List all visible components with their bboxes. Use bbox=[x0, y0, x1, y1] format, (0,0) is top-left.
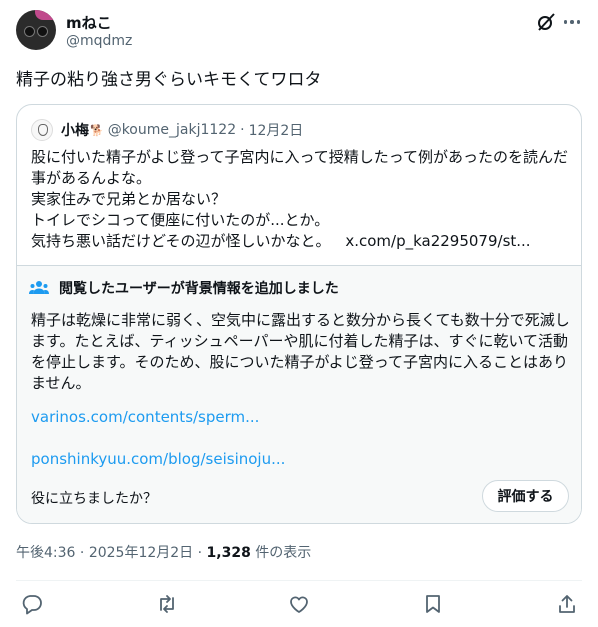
note-source-link[interactable]: varinos.com/contents/sperm... bbox=[31, 408, 259, 426]
quote-header: 小梅 🐕 @koume_jakj1122 · 12月2日 bbox=[31, 119, 303, 141]
like-icon[interactable] bbox=[288, 593, 310, 615]
avatar-hat bbox=[35, 10, 56, 20]
quote-body: 股に付いた精子がよじ登って子宮内に入って授精したって例があったのを読んだ 事があ… bbox=[31, 147, 571, 252]
grok-icon[interactable] bbox=[536, 12, 556, 32]
community-note-title: 閲覧したユーザーが背景情報を追加しました bbox=[59, 281, 339, 297]
quote-line: 股に付いた精子がよじ登って子宮内に入って授精したって例があったのを読んだ bbox=[31, 148, 569, 166]
community-note-header: 閲覧したユーザーが背景情報を追加しました bbox=[29, 278, 339, 298]
quote-date[interactable]: 12月2日 bbox=[249, 120, 304, 140]
quote-line: トイレでシコって便座に付いたのが...とか。 bbox=[31, 211, 330, 229]
avatar-eye bbox=[24, 26, 35, 37]
people-icon bbox=[29, 280, 49, 296]
author-name[interactable]: mねこ bbox=[66, 12, 112, 33]
quote-line: 事があるんよな。 bbox=[31, 169, 152, 187]
quote-link[interactable]: x.com/p_ka2295079/st... bbox=[345, 232, 530, 250]
quote-author-handle[interactable]: @koume_jakj1122 bbox=[108, 122, 236, 138]
author-handle[interactable]: @mqdmz bbox=[66, 33, 132, 49]
quoted-tweet[interactable]: 小梅 🐕 @koume_jakj1122 · 12月2日 股に付いた精子がよじ登… bbox=[16, 104, 582, 524]
share-icon[interactable] bbox=[556, 593, 578, 615]
community-note: 閲覧したユーザーが背景情報を追加しました 精子は乾燥に非常に弱く、空気中に露出す… bbox=[17, 265, 581, 523]
more-icon[interactable] bbox=[560, 12, 584, 32]
tweet-text: 精子の粘り強さ男ぐらいキモくてワロタ bbox=[16, 70, 322, 90]
rate-button[interactable]: 評価する bbox=[482, 480, 569, 512]
quote-author-name[interactable]: 小梅 bbox=[61, 120, 89, 140]
divider bbox=[16, 580, 582, 581]
quote-line: 実家住みで兄弟とか居ない？ bbox=[31, 190, 227, 208]
reply-icon[interactable] bbox=[21, 593, 43, 615]
helpful-prompt: 役に立ちましたか？ bbox=[31, 491, 157, 507]
quote-avatar[interactable] bbox=[31, 119, 53, 141]
quote-line: 気持ち悪い話だけどその辺が怪しいかなと。 x.com/p_ka2295079/s… bbox=[31, 231, 571, 252]
meta-separator: · bbox=[197, 545, 203, 561]
tweet-date[interactable]: 2025年12月2日 bbox=[89, 545, 193, 561]
quote-line-text: 気持ち悪い話だけどその辺が怪しいかなと。 bbox=[31, 232, 331, 250]
note-source-link[interactable]: ponshinkyuu.com/blog/seisinoju... bbox=[31, 450, 285, 468]
quote-separator: · bbox=[240, 122, 245, 138]
avatar-eye bbox=[37, 26, 48, 37]
tweet-time[interactable]: 午後4:36 bbox=[16, 545, 75, 561]
view-count: 1,328 bbox=[206, 545, 251, 561]
retweet-icon[interactable] bbox=[156, 593, 178, 615]
bookmark-icon[interactable] bbox=[422, 593, 444, 615]
author-avatar[interactable] bbox=[16, 10, 56, 50]
community-note-text: 精子は乾燥に非常に弱く、空気中に露出すると数分から長くても数十分で死滅します。た… bbox=[31, 311, 570, 392]
tweet-meta: 午後4:36 · 2025年12月2日 · 1,328 件の表示 bbox=[16, 542, 311, 562]
view-label: 件の表示 bbox=[255, 545, 312, 561]
dog-icon: 🐕 bbox=[90, 123, 104, 137]
meta-separator: · bbox=[79, 545, 85, 561]
